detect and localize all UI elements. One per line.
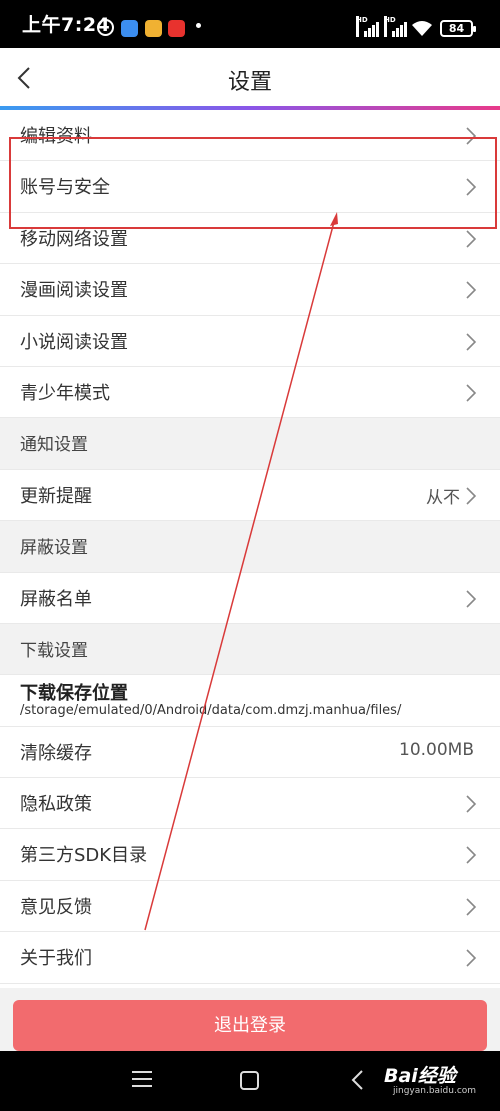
settings-item-label: 下载保存位置 (20, 683, 128, 705)
watermark-url: jingyan.baidu.com (393, 1086, 477, 1096)
settings-item-label: 第三方SDK目录 (20, 845, 148, 867)
section-header-download: 下载设置 (0, 623, 500, 676)
notification-app-icon (121, 20, 138, 37)
settings-item-label: 漫画阅读设置 (20, 280, 128, 302)
settings-item-youth-mode[interactable]: 青少年模式 (0, 366, 500, 419)
wifi-icon (411, 20, 433, 41)
chevron-right-icon (466, 127, 477, 145)
settings-item-label: 屏蔽名单 (20, 588, 92, 610)
section-header-block: 屏蔽设置 (0, 521, 500, 573)
settings-item-label: 清除缓存 (20, 742, 92, 764)
section-header-label: 通知设置 (20, 435, 88, 456)
alarm-icon (97, 19, 114, 36)
chevron-right-icon (466, 281, 477, 299)
chevron-right-icon (466, 589, 477, 608)
signal-icon: HD (356, 16, 380, 37)
settings-item-feedback[interactable]: 意见反馈 (0, 880, 500, 933)
chevron-right-icon (466, 898, 477, 916)
section-header-label: 下载设置 (20, 640, 88, 661)
settings-item-label: 关于我们 (20, 948, 92, 970)
settings-item-about-us[interactable]: 关于我们 (0, 932, 500, 984)
settings-item-label: 编辑资料 (20, 126, 92, 147)
back-nav-button[interactable] (348, 1068, 368, 1092)
download-path-text: /storage/emulated/0/Android/data/com.dmz… (20, 703, 402, 719)
chevron-right-icon (466, 230, 477, 248)
navigation-bar: Bai经验 jingyan.baidu.com (0, 1051, 500, 1111)
settings-item-edit-profile[interactable]: 编辑资料 (0, 110, 500, 162)
settings-item-mobile-network[interactable]: 移动网络设置 (0, 212, 500, 265)
chevron-right-icon (466, 332, 477, 351)
settings-item-label: 青少年模式 (20, 382, 110, 404)
settings-item-clear-cache[interactable]: 清除缓存 10.00MB (0, 726, 500, 779)
settings-item-privacy-policy[interactable]: 隐私政策 (0, 778, 500, 830)
settings-item-download-location[interactable]: 下载保存位置 /storage/emulated/0/Android/data/… (0, 675, 500, 727)
chevron-right-icon (466, 795, 477, 813)
section-header-notification: 通知设置 (0, 418, 500, 470)
logout-button[interactable]: 退出登录 (13, 1000, 487, 1051)
settings-item-label: 移动网络设置 (20, 228, 128, 250)
chevron-right-icon (466, 487, 477, 505)
settings-item-sdk-list[interactable]: 第三方SDK目录 (0, 829, 500, 881)
settings-item-comic-reading[interactable]: 漫画阅读设置 (0, 264, 500, 316)
settings-item-block-list[interactable]: 屏蔽名单 (0, 572, 500, 624)
notification-app-icon (145, 20, 162, 37)
more-notifications-icon (196, 23, 201, 28)
chevron-right-icon (466, 384, 477, 402)
notification-app-icon (168, 20, 185, 37)
cache-size-value: 10.00MB (399, 739, 474, 760)
page-title: 设置 (227, 70, 272, 95)
battery-icon: 84 (440, 20, 476, 37)
settings-item-label: 账号与安全 (20, 177, 110, 199)
settings-list: 编辑资料 账号与安全 移动网络设置 漫画阅读设置 小说阅读设置 青少年模式 通知… (0, 110, 500, 984)
settings-item-account-security[interactable]: 账号与安全 (0, 161, 500, 213)
section-header-label: 屏蔽设置 (20, 538, 88, 559)
chevron-right-icon (466, 178, 477, 196)
home-button[interactable] (240, 1071, 259, 1090)
settings-item-label: 隐私政策 (20, 794, 92, 816)
signal-icon: HD (384, 16, 408, 37)
recent-apps-button[interactable] (132, 1071, 152, 1089)
settings-item-novel-reading[interactable]: 小说阅读设置 (0, 315, 500, 367)
chevron-right-icon (466, 949, 477, 967)
baidu-watermark: Bai经验 (384, 1065, 456, 1087)
status-bar: 上午7:24 HD HD 84 (0, 0, 500, 48)
settings-item-label: 意见反馈 (20, 896, 92, 918)
header: 设置 (0, 48, 500, 108)
settings-item-update-reminder[interactable]: 更新提醒 从不 (0, 469, 500, 522)
chevron-right-icon (466, 846, 477, 865)
update-reminder-value: 从不 (426, 487, 460, 508)
settings-item-label: 更新提醒 (20, 485, 92, 507)
settings-item-label: 小说阅读设置 (20, 331, 128, 353)
